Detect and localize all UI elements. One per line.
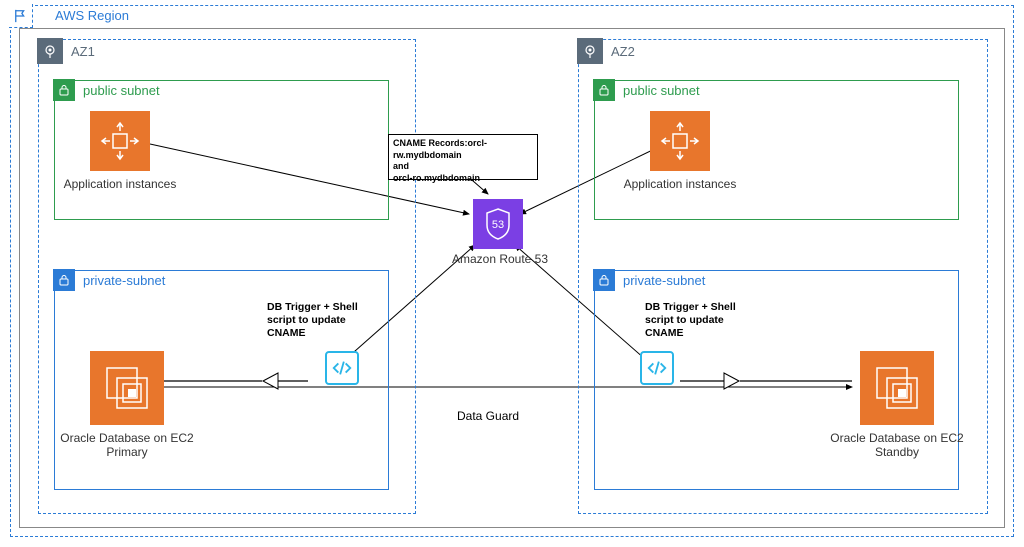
aws-region-container: AWS Region bbox=[10, 5, 1014, 537]
code-script-icon bbox=[325, 351, 359, 385]
app-instances-icon bbox=[650, 111, 710, 171]
lock-icon bbox=[53, 79, 75, 101]
route53-icon: 53 bbox=[473, 199, 523, 249]
az1-public-subnet: public subnet Application instances bbox=[54, 80, 389, 220]
oracle-db-standby-icon bbox=[860, 351, 934, 425]
cname-line2: and bbox=[393, 161, 533, 173]
svg-text:53: 53 bbox=[492, 219, 504, 231]
lock-icon bbox=[53, 269, 75, 291]
app-instances-label: Application instances bbox=[600, 177, 760, 191]
cname-line3: orcl-ro.mydbdomain bbox=[393, 173, 533, 185]
private-subnet-label: private-subnet bbox=[623, 273, 705, 288]
lock-icon bbox=[593, 269, 615, 291]
trigger-script-label: DB Trigger + Shell script to update CNAM… bbox=[645, 301, 760, 340]
az1-private-subnet: private-subnet DB Trigger + Shell script… bbox=[54, 270, 389, 490]
inner-container: AZ1 public subnet Application instances bbox=[19, 28, 1005, 528]
lock-icon bbox=[593, 79, 615, 101]
region-flag-icon bbox=[9, 4, 33, 28]
route53-label: Amazon Route 53 bbox=[435, 252, 565, 266]
az2-label: AZ2 bbox=[611, 44, 635, 59]
az-pin-icon bbox=[37, 38, 63, 64]
az1-label: AZ1 bbox=[71, 44, 95, 59]
oracle-db-primary-icon bbox=[90, 351, 164, 425]
az1-container: AZ1 public subnet Application instances bbox=[38, 39, 416, 514]
az2-private-subnet: private-subnet DB Trigger + Shell script… bbox=[594, 270, 959, 490]
cname-records-box: CNAME Records:orcl-rw.mydbdomain and orc… bbox=[388, 134, 538, 180]
az-pin-icon bbox=[577, 38, 603, 64]
az2-container: AZ2 public subnet Application instances bbox=[578, 39, 988, 514]
public-subnet-label: public subnet bbox=[83, 83, 160, 98]
public-subnet-label: public subnet bbox=[623, 83, 700, 98]
app-instances-icon bbox=[90, 111, 150, 171]
trigger-script-label: DB Trigger + Shell script to update CNAM… bbox=[267, 301, 382, 340]
oracle-db-primary-label: Oracle Database on EC2 Primary bbox=[47, 431, 207, 459]
az2-public-subnet: public subnet Application instances bbox=[594, 80, 959, 220]
code-script-icon bbox=[640, 351, 674, 385]
app-instances-label: Application instances bbox=[40, 177, 200, 191]
region-label: AWS Region bbox=[55, 8, 129, 23]
oracle-db-standby-label: Oracle Database on EC2 Standby bbox=[817, 431, 977, 459]
private-subnet-label: private-subnet bbox=[83, 273, 165, 288]
data-guard-label: Data Guard bbox=[457, 409, 519, 423]
cname-line1: CNAME Records:orcl-rw.mydbdomain bbox=[393, 138, 533, 161]
